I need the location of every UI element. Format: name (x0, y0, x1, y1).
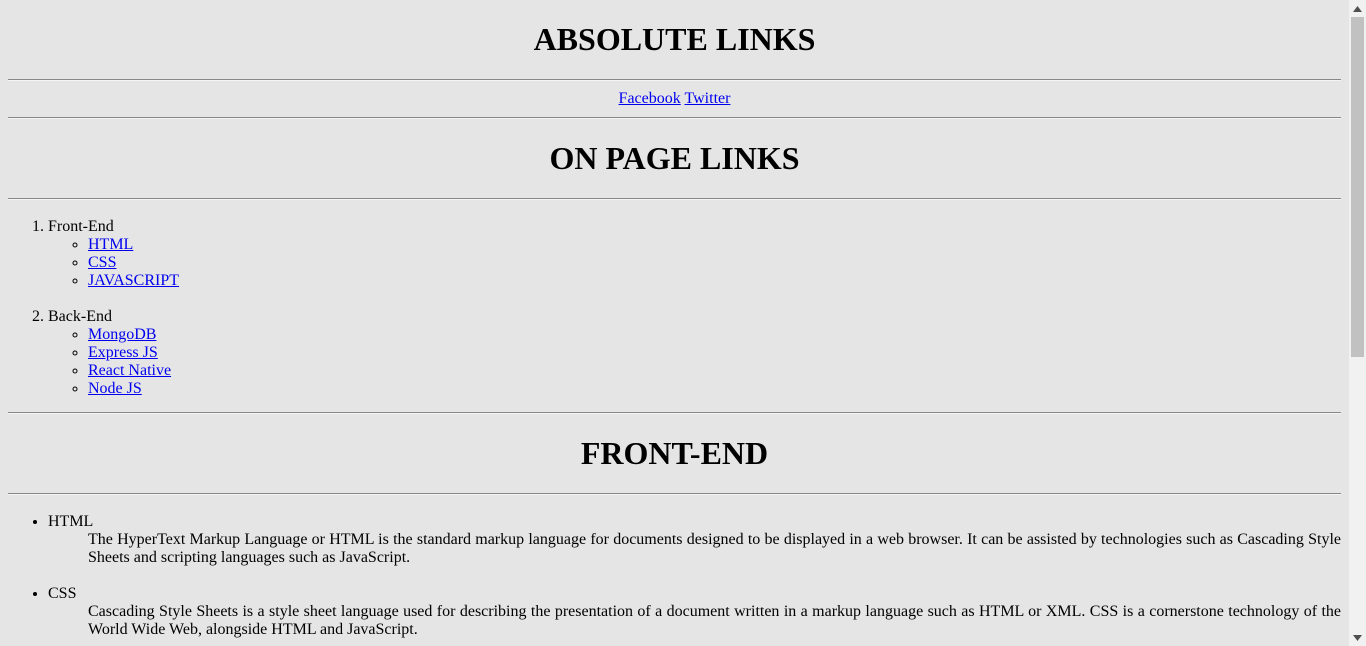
twitter-link[interactable]: Twitter (684, 90, 730, 107)
divider (8, 198, 1341, 200)
vertical-scrollbar[interactable] (1349, 0, 1366, 646)
divider (8, 493, 1341, 495)
scroll-down-button[interactable] (1349, 629, 1366, 646)
list-item: Node JS (88, 380, 1341, 398)
term-definition: Cascading Style Sheets is a style sheet … (88, 603, 1341, 638)
scroll-up-button[interactable] (1349, 0, 1366, 17)
divider (8, 117, 1341, 119)
facebook-link[interactable]: Facebook (619, 90, 681, 107)
list-item: React Native (88, 362, 1341, 380)
scrollbar-thumb[interactable] (1351, 17, 1364, 357)
mongodb-link[interactable]: MongoDB (88, 326, 156, 343)
triangle-down-icon (1353, 634, 1362, 641)
list-item: Express JS (88, 344, 1341, 362)
front-end-sublist: HTML CSS JAVASCRIPT (48, 236, 1341, 290)
social-links: Facebook Twitter (8, 81, 1341, 117)
page-content: ABSOLUTE LINKS Facebook Twitter ON PAGE … (0, 21, 1349, 639)
term-item-html: HTML The HyperText Markup Language or HT… (48, 513, 1341, 567)
term-item-css: CSS Cascading Style Sheets is a style sh… (48, 585, 1341, 639)
term-title: CSS (48, 585, 77, 602)
term-list: HTML The HyperText Markup Language or HT… (8, 513, 1341, 639)
group-label: Front-End (48, 218, 114, 235)
list-item: HTML (88, 236, 1341, 254)
on-page-links-heading: ON PAGE LINKS (549, 140, 800, 176)
list-item: CSS (88, 254, 1341, 272)
on-page-links-section: Front-End HTML CSS JAVASCRIPT Back-End M… (8, 218, 1341, 398)
node-js-link[interactable]: Node JS (88, 380, 142, 397)
list-item-back-end: Back-End MongoDB Express JS React Native… (48, 308, 1341, 398)
triangle-up-icon (1353, 5, 1362, 12)
term-title: HTML (48, 513, 94, 530)
on-page-links-list: Front-End HTML CSS JAVASCRIPT Back-End M… (8, 218, 1341, 398)
list-item: MongoDB (88, 326, 1341, 344)
front-end-descriptions: HTML The HyperText Markup Language or HT… (8, 513, 1341, 639)
react-native-link[interactable]: React Native (88, 362, 171, 379)
back-end-sublist: MongoDB Express JS React Native Node JS (48, 326, 1341, 398)
list-item-front-end: Front-End HTML CSS JAVASCRIPT (48, 218, 1341, 290)
absolute-links-heading: ABSOLUTE LINKS (533, 21, 816, 57)
html-link[interactable]: HTML (88, 236, 133, 253)
term-definition: The HyperText Markup Language or HTML is… (88, 531, 1341, 566)
front-end-heading: FRONT-END (580, 435, 769, 471)
list-item: JAVASCRIPT (88, 272, 1341, 290)
group-label: Back-End (48, 308, 112, 325)
express-js-link[interactable]: Express JS (88, 344, 158, 361)
javascript-link[interactable]: JAVASCRIPT (88, 272, 179, 289)
divider (8, 412, 1341, 414)
css-link[interactable]: CSS (88, 254, 116, 271)
page-viewport: ABSOLUTE LINKS Facebook Twitter ON PAGE … (0, 0, 1349, 646)
